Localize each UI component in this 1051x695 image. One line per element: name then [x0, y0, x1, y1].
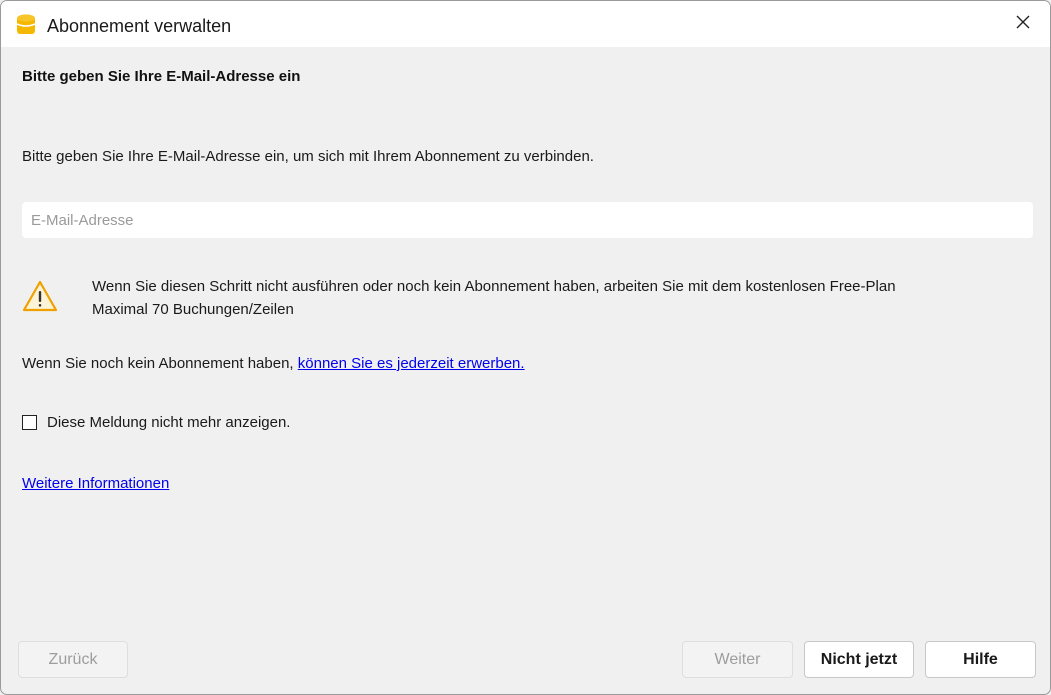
title-bar: Abonnement verwalten	[1, 1, 1050, 47]
database-icon	[16, 13, 36, 37]
purchase-link[interactable]: können Sie es jederzeit erwerben.	[298, 355, 525, 372]
warning-line-1: Wenn Sie diesen Schritt nicht ausführen …	[92, 278, 896, 295]
close-icon	[1015, 14, 1031, 35]
description-text: Bitte geben Sie Ihre E-Mail-Adresse ein,…	[22, 148, 594, 165]
purchase-text: Wenn Sie noch kein Abonnement haben,	[22, 355, 298, 372]
purchase-line: Wenn Sie noch kein Abonnement haben, kön…	[22, 355, 525, 372]
dialog-window: Abonnement verwalten Bitte geben Sie Ihr…	[0, 0, 1051, 695]
next-button[interactable]: Weiter	[682, 641, 793, 678]
warning-message: Wenn Sie diesen Schritt nicht ausführen …	[92, 275, 896, 321]
close-button[interactable]	[1008, 9, 1038, 39]
back-button[interactable]: Zurück	[18, 641, 128, 678]
page-heading: Bitte geben Sie Ihre E-Mail-Adresse ein	[22, 68, 301, 85]
email-field[interactable]	[22, 202, 1033, 238]
dont-show-again-row[interactable]: Diese Meldung nicht mehr anzeigen.	[22, 414, 290, 431]
window-title: Abonnement verwalten	[47, 16, 232, 36]
help-button[interactable]: Hilfe	[925, 641, 1036, 678]
warning-icon	[22, 279, 58, 313]
not-now-button[interactable]: Nicht jetzt	[804, 641, 914, 678]
more-info-link[interactable]: Weitere Informationen	[22, 475, 169, 492]
warning-line-2: Maximal 70 Buchungen/Zeilen	[92, 301, 294, 318]
dont-show-again-checkbox[interactable]	[22, 415, 37, 430]
dont-show-again-label[interactable]: Diese Meldung nicht mehr anzeigen.	[47, 414, 290, 431]
